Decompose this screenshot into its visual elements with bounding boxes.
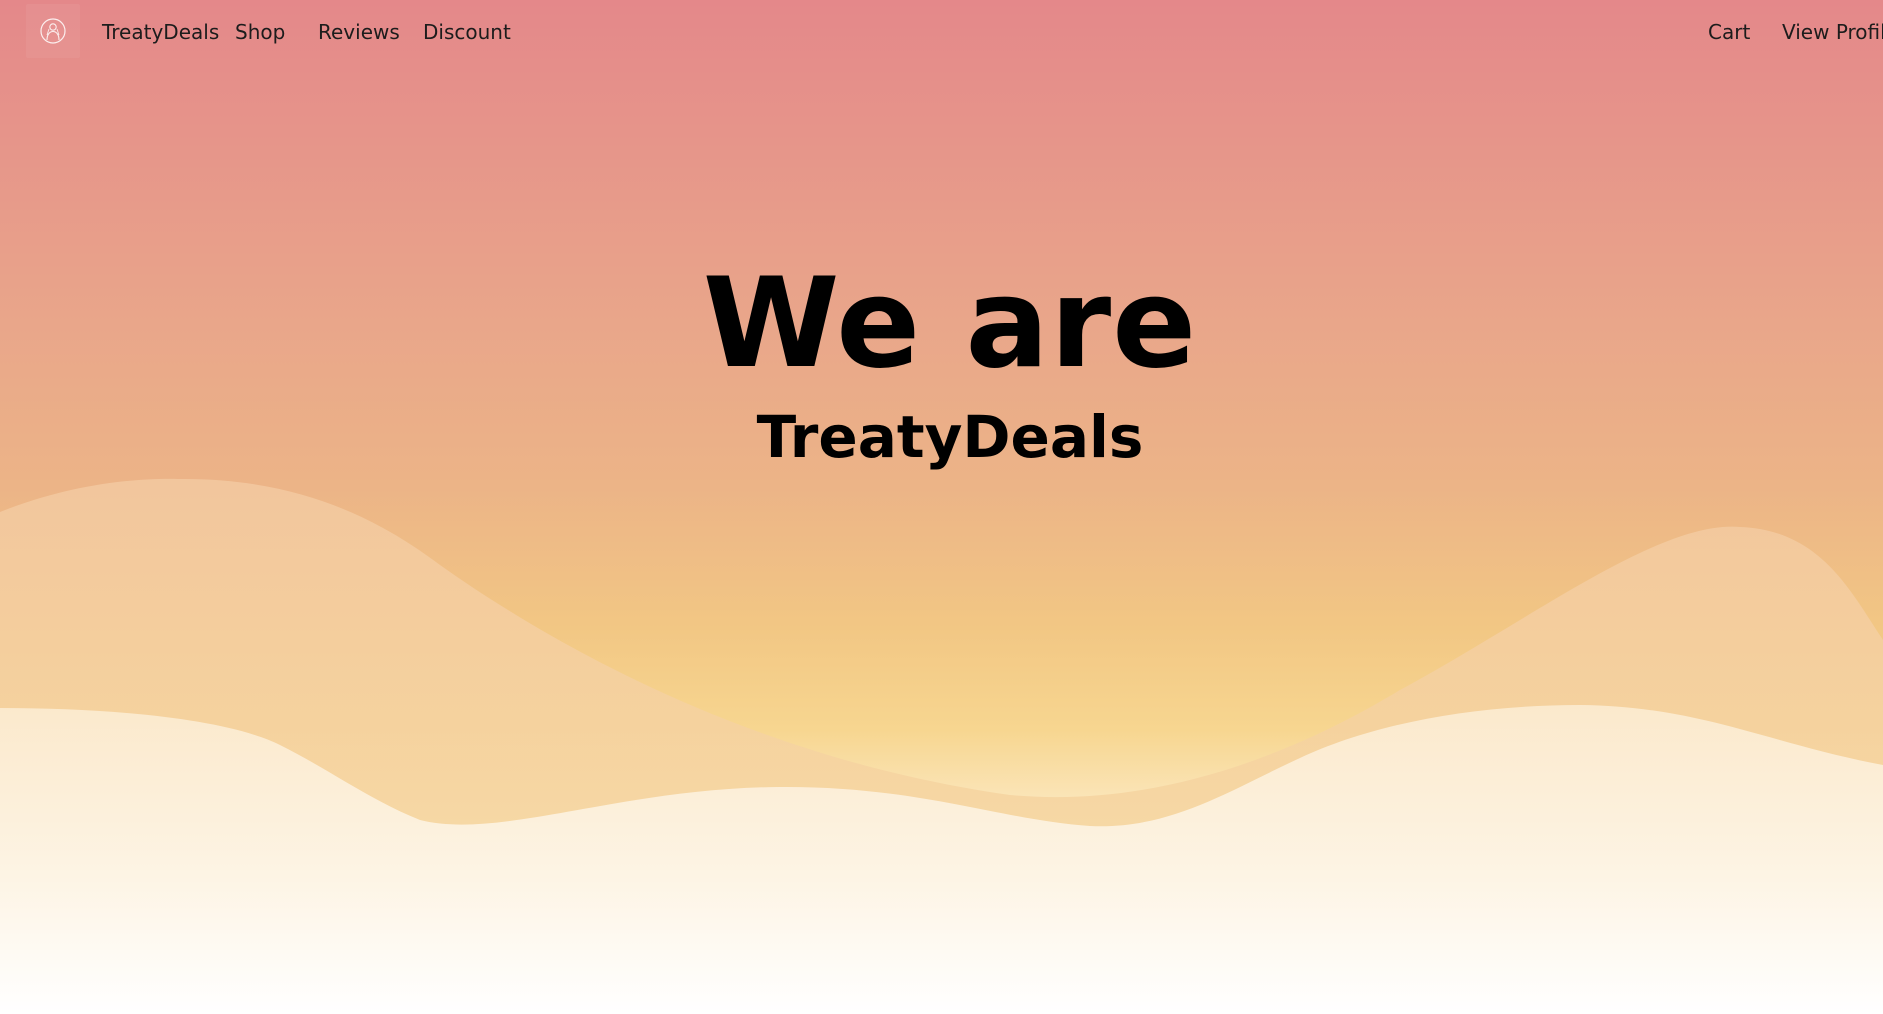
nav-cart-link[interactable]: Cart: [1708, 20, 1750, 44]
top-navbar: TreatyDeals Shop Reviews Discount Cart V…: [0, 0, 1883, 66]
hero-waves: [0, 478, 1883, 1014]
nav-shop-link[interactable]: Shop: [235, 20, 285, 44]
brand-logo[interactable]: [26, 4, 80, 58]
nav-view-profile-link[interactable]: View Profile: [1782, 20, 1883, 44]
logo-icon: [40, 18, 66, 44]
nav-brand-link[interactable]: TreatyDeals: [102, 20, 219, 44]
front-wave: [0, 705, 1883, 1014]
nav-discount-link[interactable]: Discount: [423, 20, 511, 44]
hero-background: [0, 0, 1883, 1014]
hero-headline: We are: [702, 252, 1198, 396]
nav-reviews-link[interactable]: Reviews: [318, 20, 400, 44]
hero-subheadline: TreatyDeals: [756, 403, 1144, 471]
